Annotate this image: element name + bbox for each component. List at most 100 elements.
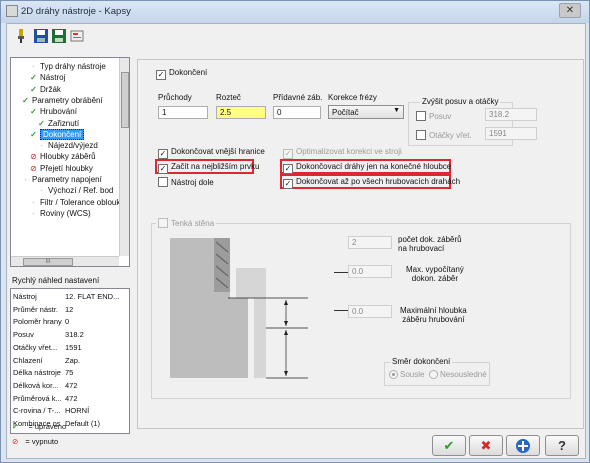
checkbox-icon[interactable]: ✓ [283,164,293,174]
tree-item[interactable]: ✓ Parametry obrábění [21,96,103,105]
save-all-icon[interactable] [51,28,67,44]
tree-item[interactable]: ✓ Hrubování [29,107,77,116]
tree-connector-icon: · [32,197,35,207]
max-depth-label-line1: Maximální hloubka [400,306,467,315]
tree-item[interactable]: ✓ Dokončení [29,128,85,140]
checkbox-icon[interactable]: ✓ [283,179,293,189]
radio-icon[interactable] [389,370,398,379]
tree-item[interactable]: · Roviny (WCS) [29,209,91,218]
tree-hscroll-thumb[interactable]: III [23,258,73,266]
checkbox-icon[interactable]: ✓ [283,149,293,159]
tree-item[interactable]: · Parametry napojení [21,175,102,184]
chevron-down-icon: ▼ [393,107,400,114]
tree-item[interactable]: ✓ Nástroj [29,73,65,82]
quick-settings-value: HORNÍ [65,406,90,416]
max-cut-label: Max. vypočítaný dokon. záběr [406,265,464,283]
start-nearest-checkbox[interactable]: ✓ Začít na nejbližším prvku [158,162,259,174]
finish-outer-checkbox[interactable]: ✓ Dokončovat vnější hranice [158,147,265,159]
tree-item-label: Typ dráhy nástroje [40,62,106,71]
disabled-icon: ⊘ [30,152,37,162]
tree-item[interactable]: · Filtr / Tolerance obloukú [29,198,125,207]
max-cut-input[interactable]: 0.0 [348,265,392,278]
feed-override-title: Zvýšit posuv a otáčky [420,97,501,106]
extra-depth-input[interactable]: 0 [273,106,321,119]
tree-horizontal-scrollbar[interactable]: III [11,256,119,266]
title-bar[interactable]: 2D dráhy nástroje - Kapsy ✕ [1,1,589,23]
tree-connector-icon: · [32,62,35,71]
check-icon: ✓ [30,129,37,139]
tree-item[interactable]: ✓ Zařiznutí [37,119,79,128]
add-button[interactable] [506,435,540,456]
quick-settings-row: Nástroj 12. FLAT END... [13,292,119,301]
extra-depth-label: Přídavné záb. [273,93,323,102]
step-input[interactable]: 2.5 [216,106,266,119]
thin-wall-passes-label-line1: počet dok. záběrů [398,235,462,244]
finish-after-roughing-checkbox[interactable]: ✓ Dokončovat až po všech hrubovacích drah… [283,177,460,189]
tree-connector-icon: · [40,141,43,151]
quick-settings-key: Poloměr hrany [13,317,62,327]
thin-wall-passes-input[interactable]: 2 [348,236,392,249]
quick-settings-row: Průměr nástr. 12 [13,305,73,314]
passes-label: Průchody [158,93,192,102]
close-button[interactable]: ✕ [559,3,581,18]
step-label: Rozteč [216,93,241,102]
tree-item-label: Zařiznutí [48,118,80,128]
help-button[interactable]: ? [545,435,579,456]
max-depth-input[interactable]: 0.0 [348,305,392,318]
checkbox-icon[interactable]: ✓ [156,70,166,80]
checkbox-icon[interactable]: ✓ [158,149,168,159]
thin-wall-checkbox[interactable]: Tenká stěna [156,218,217,228]
disabled-icon: ⊘ [12,437,19,446]
climb-label: Sousle [400,370,425,379]
checkbox-icon[interactable] [158,177,168,187]
passes-input[interactable]: 1 [158,106,208,119]
quick-settings-row: Otáčky vřet... 1591 [13,343,82,352]
start-nearest-label: Začít na nejbližším prvku [171,162,260,171]
quick-settings-value: 0 [65,317,70,327]
ok-button[interactable]: ✔ [432,435,466,456]
checkbox-icon[interactable] [416,111,426,121]
tree-item[interactable]: ⊘ Přejetí hloubky [29,164,93,173]
tree-vertical-scrollbar[interactable] [119,58,129,256]
options-icon[interactable] [69,28,85,44]
tree-item[interactable]: ⊘ Hloubky záběrů [29,152,95,162]
spindle-override-checkbox[interactable]: Otáčky vřet. [416,130,472,140]
finishing-enable-checkbox[interactable]: ✓ Dokončení [156,68,207,80]
cancel-button[interactable]: ✖ [469,435,503,456]
tree-connector-icon: · [32,208,35,218]
feed-override-input[interactable]: 318.2 [485,108,537,121]
finish-final-depth-checkbox[interactable]: ✓ Dokončovací dráhy jen na konečné hloubc… [283,162,451,174]
tree-item-label: Výchozí / Ref. bod [48,186,114,196]
compensation-select[interactable]: Počítač ▼ [328,105,404,119]
tool-icon[interactable] [13,28,29,44]
checkbox-icon[interactable]: ✓ [158,164,168,174]
quick-settings-value: 75 [65,368,74,378]
spindle-override-input[interactable]: 1591 [485,127,537,140]
parameter-tree[interactable]: · Typ dráhy nástroje ✓ Nástroj ✓ Držák ✓ Parame… [10,57,130,267]
quick-settings-value: 1591 [65,342,82,352]
save-icon[interactable] [33,28,49,44]
tree-item[interactable]: ✓ Držák [29,85,61,94]
tree-item[interactable]: · Typ dráhy nástroje [29,62,106,71]
optimize-comp-checkbox[interactable]: ✓ Optimalizovat korekci ve stroji [283,147,402,159]
checkbox-icon[interactable] [158,218,168,228]
check-icon: ✓ [30,107,37,117]
quick-settings-value: 472 [65,380,78,390]
legend-edited-text: = upraveno [28,422,67,431]
conventional-radio[interactable]: Nesousledné [429,370,487,379]
feed-override-checkbox[interactable]: Posuv [416,111,451,121]
thin-wall-diagram [170,238,308,379]
climb-radio[interactable]: Sousle [389,370,424,379]
thin-wall-label: Tenká stěna [171,219,215,228]
quick-settings-key: Posuv [13,330,34,340]
quick-settings-title: Rychlý náhled nastavení [12,276,100,285]
radio-icon[interactable] [429,370,438,379]
checkbox-icon[interactable] [416,130,426,140]
tree-item[interactable]: · Výchozí / Ref. bod [37,186,113,195]
quick-settings-key: Otáčky vřet... [13,342,58,352]
tree-scroll-thumb[interactable] [121,72,129,128]
tree-item[interactable]: · Nájezd/výjezd [37,141,98,150]
tool-down-checkbox[interactable]: Nástroj dole [158,177,214,187]
quick-settings-key: Chlazení [13,355,43,365]
quick-settings-row: Délková kor... 472 [13,381,78,390]
